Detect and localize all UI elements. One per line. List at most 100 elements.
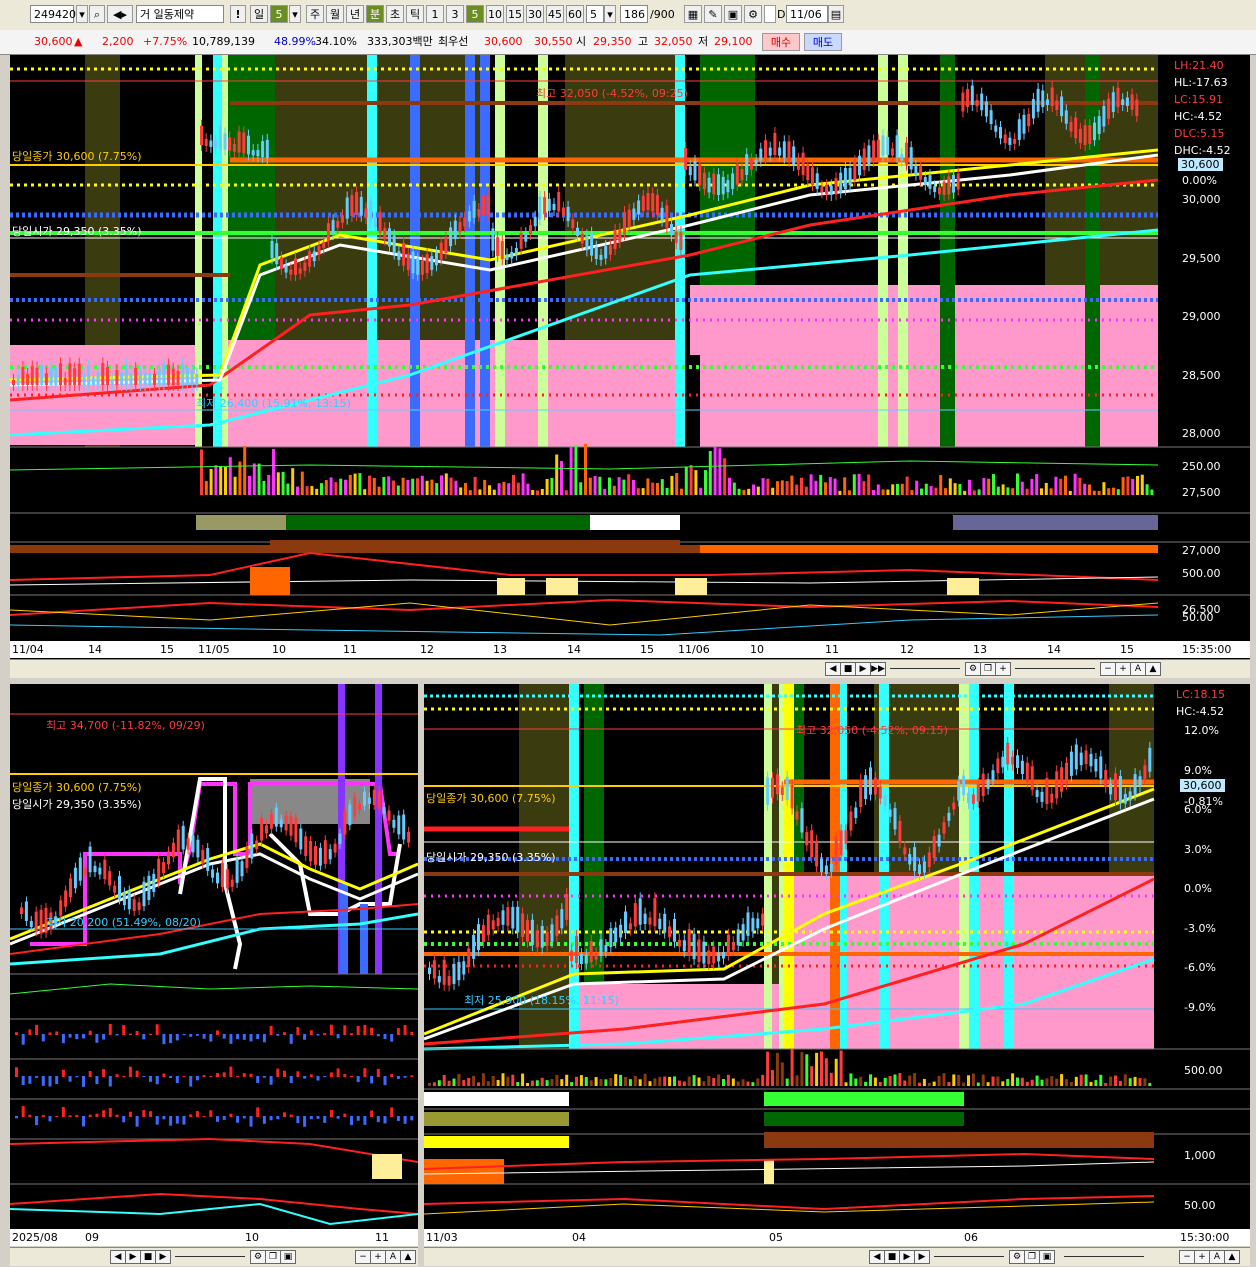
bl-settings-icon[interactable]: ⚙ — [250, 1250, 266, 1264]
copy-icon[interactable]: ❐ — [980, 662, 996, 676]
candle — [766, 777, 770, 805]
br-copy-icon[interactable]: ❐ — [1024, 1250, 1040, 1264]
stock-code-input[interactable]: 249420 — [30, 5, 76, 23]
volume-bar — [1006, 487, 1010, 495]
tools-icon[interactable]: ✎ — [704, 5, 722, 23]
bl-scroll-left-button[interactable]: ◀ — [110, 1250, 126, 1264]
bl-copy-icon[interactable]: ❐ — [265, 1250, 281, 1264]
interval-10[interactable]: 10 — [486, 5, 504, 23]
bl-auto-scale-icon[interactable]: A — [385, 1250, 401, 1264]
candle — [416, 258, 420, 275]
zoom-in-icon[interactable]: + — [1115, 662, 1131, 676]
period-dropdown-button[interactable]: ▾ — [289, 5, 301, 23]
br-scroll-right-button[interactable]: ▶ — [899, 1250, 915, 1264]
top-chart-panel[interactable]: LH:21.40 HL:-17.63 LC:15.91 HC:-4.52 DLC:5.1… — [10, 55, 1250, 674]
br-zoom-out-icon[interactable]: − — [1179, 1250, 1195, 1264]
scroll-end-button[interactable]: ▶▶ — [870, 662, 886, 676]
zoom-slider[interactable] — [890, 668, 960, 669]
histogram-bar — [296, 1071, 300, 1077]
br-auto-scale-icon[interactable]: A — [1209, 1250, 1225, 1264]
interval-45[interactable]: 45 — [546, 5, 564, 23]
buy-button[interactable]: 매수 — [762, 33, 800, 51]
volume-bar — [358, 473, 362, 495]
bottom-right-chart-canvas[interactable] — [424, 684, 1250, 1229]
br-range-slider[interactable] — [1064, 1256, 1144, 1257]
bl-scroll-end-button[interactable]: ▶ — [155, 1250, 171, 1264]
period-tick-button[interactable]: 틱 — [406, 5, 424, 23]
bl-scroll-right-button[interactable]: ▶ — [125, 1250, 141, 1264]
auto-scale-icon[interactable]: A — [1130, 662, 1146, 676]
scroll-up-icon[interactable]: ▲ — [1145, 662, 1161, 676]
volume-bar — [824, 1058, 828, 1086]
candle — [1040, 791, 1044, 802]
br-save-icon[interactable]: ▣ — [1039, 1250, 1055, 1264]
alert-button[interactable]: ! — [230, 5, 246, 23]
bar-count-input[interactable]: 186 — [620, 5, 648, 23]
volume-bar — [864, 1081, 868, 1086]
period-year-button[interactable]: 년 — [346, 5, 364, 23]
chart-settings-icon[interactable]: ⚙ — [965, 662, 981, 676]
period-week-button[interactable]: 주 — [306, 5, 324, 23]
date-input[interactable]: 11/06 — [786, 5, 828, 23]
scroll-left-button[interactable]: ◀ — [825, 662, 841, 676]
br-scroll-left-button[interactable]: ◀ — [869, 1250, 885, 1264]
volume-bar — [339, 478, 343, 495]
scroll-right-button[interactable]: ▶ — [855, 662, 871, 676]
trend-stripe — [764, 1112, 964, 1126]
candle — [792, 146, 796, 165]
interval-input[interactable]: 5 — [586, 5, 604, 23]
volume-bar — [526, 1082, 529, 1086]
top-chart-canvas[interactable] — [10, 55, 1250, 660]
bl-save-icon[interactable]: ▣ — [280, 1250, 296, 1264]
search-icon[interactable]: ⌕ — [89, 5, 105, 23]
period-day-button[interactable]: 일 — [250, 5, 268, 23]
zoom-out-icon[interactable]: − — [1100, 662, 1116, 676]
candle — [942, 822, 946, 834]
bottom-right-chart-panel[interactable]: LC:18.15 HC:-4.52 최고 32,050 (-4.52%, 09:1… — [424, 684, 1250, 1229]
volume-bar — [736, 1081, 740, 1086]
period-month-button[interactable]: 월 — [326, 5, 344, 23]
bl-pause-button[interactable]: ■ — [140, 1250, 156, 1264]
volume-bar — [1030, 478, 1034, 495]
histogram-bar — [195, 1034, 199, 1036]
br-zoom-slider[interactable] — [934, 1256, 1004, 1257]
bl-scroll-up-icon[interactable]: ▲ — [400, 1250, 416, 1264]
grid-icon[interactable]: ▦ — [684, 5, 702, 23]
save-icon[interactable]: ▣ — [724, 5, 742, 23]
br-settings-icon[interactable]: ⚙ — [1009, 1250, 1025, 1264]
bottom-left-chart-panel[interactable]: 최고 34,700 (-11.82%, 09/29) 당일종가 30,600 (… — [10, 684, 418, 1229]
prev-next-stock-button[interactable]: ◀▸ — [107, 5, 133, 23]
bottom-left-chart-canvas[interactable] — [10, 684, 418, 1229]
date-checkbox[interactable] — [764, 5, 776, 23]
interval-1[interactable]: 1 — [426, 5, 444, 23]
br-zoom-in-icon[interactable]: + — [1194, 1250, 1210, 1264]
bl-zoom-out-icon[interactable]: − — [355, 1250, 371, 1264]
period-minute-button[interactable]: 분 — [366, 5, 384, 23]
sell-button[interactable]: 매도 — [804, 33, 842, 51]
code-dropdown-button[interactable]: ▾ — [76, 5, 88, 23]
range-slider[interactable] — [1015, 668, 1095, 669]
interval-15[interactable]: 15 — [506, 5, 524, 23]
interval-5[interactable]: 5 — [466, 5, 484, 23]
volume-bar — [746, 1081, 750, 1086]
interval-30[interactable]: 30 — [526, 5, 544, 23]
br-scroll-end-button[interactable]: ▶ — [914, 1250, 930, 1264]
bl-zoom-slider[interactable] — [175, 1256, 245, 1257]
volume-bar — [1011, 488, 1015, 495]
stock-name-field[interactable]: 거 일동제약 — [136, 5, 224, 23]
period-day-count[interactable]: 5 — [270, 5, 288, 23]
pause-button[interactable]: ■ — [840, 662, 856, 676]
interval-dropdown-button[interactable]: ▾ — [604, 5, 616, 23]
interval-3[interactable]: 3 — [446, 5, 464, 23]
br-pause-button[interactable]: ■ — [884, 1250, 900, 1264]
bl-zoom-in-icon[interactable]: + — [370, 1250, 386, 1264]
volume-bar — [442, 1074, 446, 1086]
br-scroll-up-icon[interactable]: ▲ — [1224, 1250, 1240, 1264]
gear-icon[interactable]: ⚙ — [744, 5, 762, 23]
add-indicator-icon[interactable]: + — [995, 662, 1011, 676]
volume-bar — [387, 476, 391, 495]
candle — [323, 840, 327, 864]
period-second-button[interactable]: 초 — [386, 5, 404, 23]
interval-60[interactable]: 60 — [566, 5, 584, 23]
calendar-icon[interactable]: ▤ — [828, 5, 844, 23]
